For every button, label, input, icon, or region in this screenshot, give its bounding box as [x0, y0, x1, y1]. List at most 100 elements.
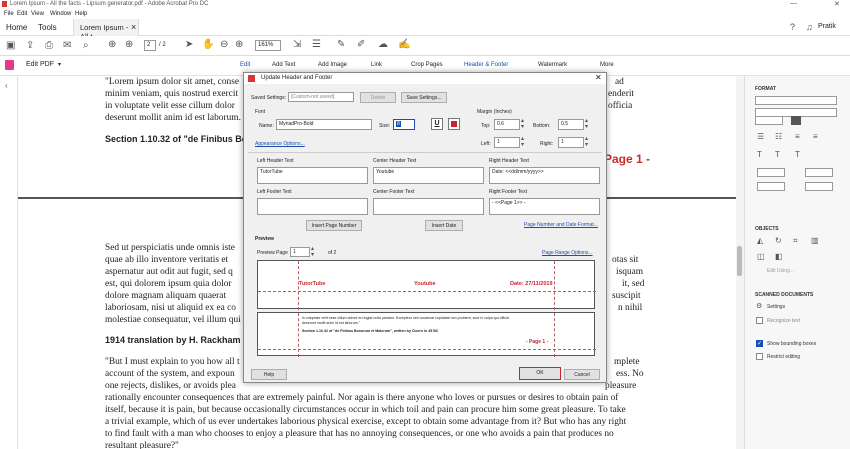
arrange-icon[interactable]: ◫ [757, 252, 765, 261]
select-tool-icon[interactable]: ➤ [185, 39, 193, 50]
left-margin-input[interactable]: 1 [494, 137, 520, 148]
replace-icon[interactable]: ▥ [811, 236, 819, 245]
underline-icon[interactable]: T [795, 150, 800, 159]
right-spinner-icon[interactable]: ▴ ▾ [585, 136, 588, 148]
edit-pdf-title[interactable]: Edit PDF [26, 61, 54, 68]
tab-home[interactable]: Home [6, 23, 27, 32]
tab-document[interactable]: Lorem Ipsum - All t... × [73, 19, 139, 41]
settings-link[interactable]: Settings [767, 304, 785, 310]
vertical-scrollbar[interactable] [736, 76, 744, 449]
crop-pages-tool[interactable]: Crop Pages [411, 62, 443, 68]
next-page-icon[interactable]: ⊕ [125, 39, 133, 50]
center-header-input[interactable]: Youtube [373, 167, 484, 184]
comment-icon[interactable]: ☁ [378, 39, 388, 50]
chevron-down-icon[interactable]: ▾ [58, 61, 61, 68]
center-footer-input[interactable] [373, 198, 484, 215]
show-bounding-checkbox[interactable]: ✓ [756, 340, 763, 347]
page-number-input[interactable]: 2 [144, 40, 156, 51]
ok-button[interactable]: OK [519, 367, 561, 380]
print-icon[interactable]: ⎙ [45, 40, 53, 51]
recognize-text-checkbox[interactable] [756, 317, 763, 324]
right-header-input[interactable]: Date: <<dd/mm/yyyy>> [489, 167, 600, 184]
insert-date-button[interactable]: Insert Date [425, 220, 463, 231]
numbered-list-icon[interactable]: ☷ [775, 132, 782, 141]
gear-icon[interactable]: ⚙ [756, 302, 762, 310]
paragraph-spacing-dropdown[interactable] [805, 168, 833, 177]
expand-panel-icon[interactable]: ‹ [5, 81, 8, 90]
scroll-mode-icon[interactable]: ☰ [312, 39, 321, 50]
edit-using-dropdown[interactable]: Edit Using... [767, 268, 794, 274]
page-number-format-link[interactable]: Page Number and Date Format... [524, 222, 598, 228]
menu-view[interactable]: View [31, 11, 44, 17]
hand-tool-icon[interactable]: ✋ [202, 39, 214, 50]
crop-icon[interactable]: ⌗ [793, 236, 798, 246]
menu-window[interactable]: Window [50, 11, 71, 17]
right-margin-input[interactable]: 1 [558, 137, 584, 148]
insert-page-number-button[interactable]: Insert Page Number [306, 220, 362, 231]
line-spacing-dropdown[interactable] [757, 168, 785, 177]
zoom-out-icon[interactable]: ⊖ [220, 39, 228, 50]
list-icon[interactable]: ☰ [757, 132, 764, 141]
left-footer-input[interactable] [257, 198, 368, 215]
align-icon[interactable]: ◧ [775, 252, 783, 261]
help-icon[interactable]: ? [790, 22, 795, 32]
add-image-tool[interactable]: Add Image [318, 62, 347, 68]
font-color-button[interactable] [448, 118, 460, 130]
subscript-icon[interactable]: T [775, 150, 780, 159]
edit-pdf-icon[interactable]: ✎ [337, 39, 345, 50]
previous-page-icon[interactable]: ⊕ [108, 39, 116, 50]
left-spinner-icon[interactable]: ▴ ▾ [521, 136, 524, 148]
link-tool[interactable]: Link [371, 62, 382, 68]
header-footer-tool[interactable]: Header & Footer [464, 62, 508, 68]
page-range-options-link[interactable]: Page Range Options... [542, 250, 593, 256]
scale-dropdown[interactable] [757, 182, 785, 191]
user-name[interactable]: Pratik [818, 23, 836, 30]
left-header-input[interactable]: TutorTube [257, 167, 368, 184]
save-settings-button[interactable]: Save Settings... [401, 92, 447, 103]
tab-tools[interactable]: Tools [38, 23, 57, 32]
right-footer-input[interactable]: - <<Page 1>> - [489, 198, 600, 215]
fit-page-icon[interactable]: ⇲ [293, 39, 301, 50]
saved-settings-select[interactable]: [Custom-not saved] [288, 92, 354, 102]
cancel-button[interactable]: Cancel [564, 369, 600, 380]
more-tool[interactable]: More [600, 62, 614, 68]
font-size-dropdown[interactable] [755, 116, 783, 125]
preview-page-input[interactable]: 1 [290, 247, 310, 257]
font-dropdown[interactable] [755, 96, 837, 105]
rotate-icon[interactable]: ↻ [775, 236, 782, 245]
menu-edit[interactable]: Edit [17, 11, 27, 17]
top-spinner-icon[interactable]: ▴ ▾ [521, 118, 524, 130]
add-text-tool[interactable]: Add Text [272, 62, 295, 68]
scrollbar-thumb[interactable] [737, 246, 742, 276]
align-left-icon[interactable]: ≡ [795, 132, 800, 141]
search-icon[interactable]: ⌕ [83, 40, 89, 51]
zoom-in-icon[interactable]: ⊕ [235, 39, 243, 50]
menu-help[interactable]: Help [75, 11, 87, 17]
tab-close-button[interactable]: × [131, 22, 136, 32]
sign-icon[interactable]: ✍ [398, 39, 410, 50]
upload-icon[interactable]: ⇪ [26, 40, 34, 51]
font-size-select[interactable]: 8 [393, 119, 415, 130]
dialog-close-icon[interactable]: ✕ [595, 73, 602, 82]
highlight-icon[interactable]: ✐ [357, 39, 365, 50]
bottom-margin-input[interactable]: 0.5 [558, 119, 584, 130]
zoom-select[interactable]: 161% [255, 40, 281, 51]
bottom-spinner-icon[interactable]: ▴ ▾ [585, 118, 588, 130]
underline-button[interactable]: U [431, 118, 443, 130]
edit-tool[interactable]: Edit [240, 62, 250, 68]
char-spacing-dropdown[interactable] [805, 182, 833, 191]
close-button[interactable]: ✕ [834, 0, 840, 8]
help-button[interactable]: Help [251, 369, 287, 380]
restrict-editing-checkbox[interactable] [756, 353, 763, 360]
font-color-swatch[interactable] [791, 116, 801, 125]
preview-page-spinner-icon[interactable]: ▴ ▾ [311, 246, 314, 258]
delete-button[interactable]: Delete [360, 92, 396, 103]
font-name-select[interactable]: MyriadPro-Bold [276, 119, 372, 130]
flip-icon[interactable]: ◭ [757, 236, 763, 245]
superscript-icon[interactable]: T [757, 150, 762, 159]
watermark-tool[interactable]: Watermark [538, 62, 567, 68]
appearance-options-link[interactable]: Appearance Options... [255, 141, 305, 147]
align-center-icon[interactable]: ≡ [813, 132, 818, 141]
menu-file[interactable]: File [4, 11, 14, 17]
save-icon[interactable]: ▣ [6, 40, 15, 51]
